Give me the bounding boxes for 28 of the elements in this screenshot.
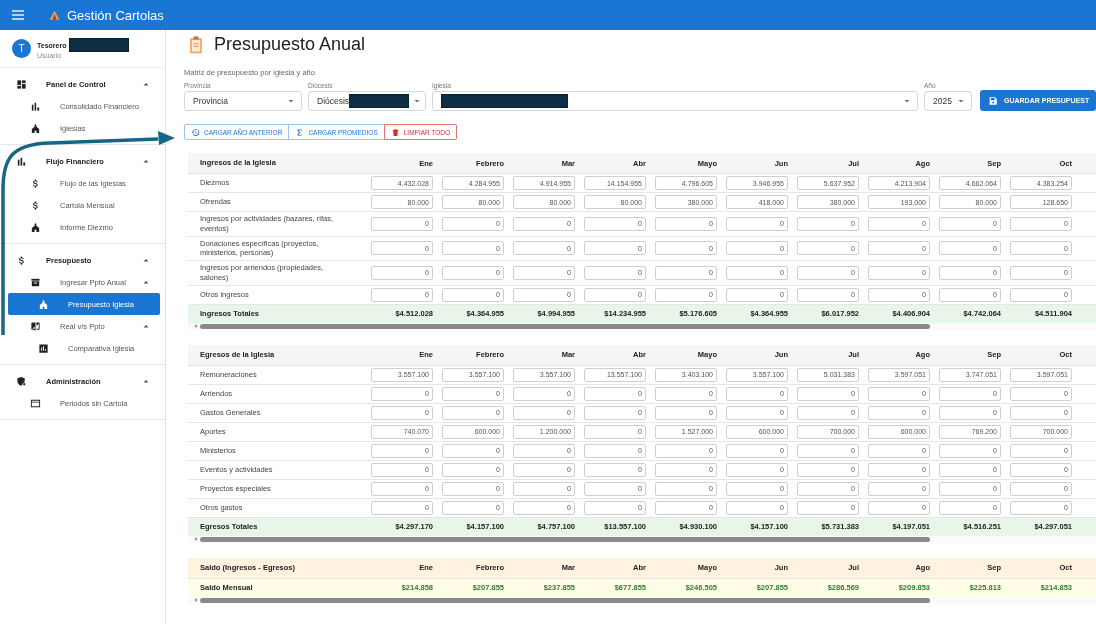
select-field[interactable]: Diócesis bbox=[308, 91, 426, 111]
section-icon bbox=[16, 155, 27, 167]
tent-icon bbox=[48, 8, 61, 22]
nav-icon bbox=[30, 122, 41, 134]
page-title: Presupuesto Anual bbox=[214, 34, 366, 55]
nav-icon bbox=[38, 298, 49, 310]
section-icon bbox=[16, 78, 27, 90]
user-avatar: T bbox=[12, 39, 31, 58]
trash-icon bbox=[390, 127, 400, 137]
select-field[interactable] bbox=[432, 91, 918, 111]
select-field[interactable]: Provincia bbox=[184, 91, 302, 111]
nav-icon bbox=[30, 276, 41, 288]
history-icon bbox=[191, 127, 200, 137]
nav-icon bbox=[38, 342, 49, 354]
nav-icon bbox=[30, 100, 41, 112]
save-icon bbox=[988, 95, 998, 106]
menu-icon bbox=[10, 7, 26, 23]
nav-icon bbox=[30, 221, 41, 233]
select-field[interactable]: 2025 bbox=[924, 91, 972, 111]
app-title: Gestión Cartolas bbox=[67, 7, 164, 23]
menu-button[interactable] bbox=[10, 7, 26, 23]
nav-icon bbox=[30, 320, 41, 332]
sigma-icon bbox=[295, 127, 305, 137]
scrollbar[interactable] bbox=[188, 596, 1096, 604]
nav-icon bbox=[30, 397, 41, 409]
scrollbar[interactable] bbox=[188, 535, 1096, 543]
scrollbar[interactable] bbox=[188, 322, 1096, 330]
section-icon bbox=[16, 375, 27, 387]
